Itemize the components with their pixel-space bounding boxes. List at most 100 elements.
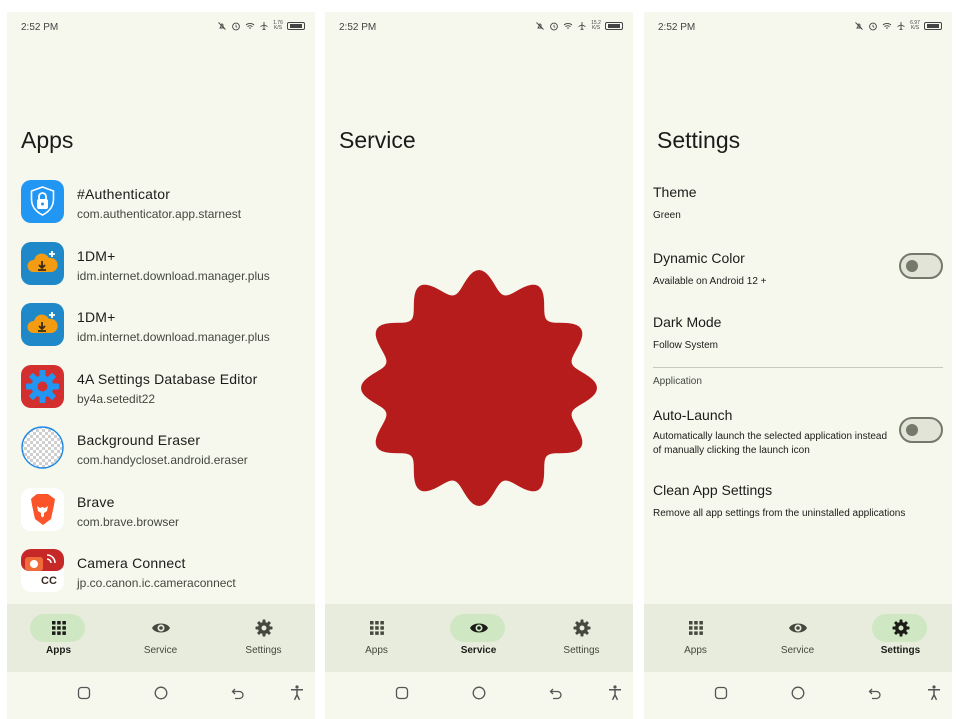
gear-icon: [212, 618, 315, 638]
list-item[interactable]: 1DM+ idm.internet.download.manager.plus: [21, 241, 315, 304]
app-package: com.authenticator.app.starnest: [77, 207, 242, 221]
dynamic-color-toggle[interactable]: [899, 253, 943, 279]
list-item[interactable]: Brave com.brave.browser: [21, 487, 315, 550]
nav-label: Apps: [684, 645, 707, 656]
nav-label: Service: [143, 645, 178, 656]
nav-settings[interactable]: Settings: [530, 604, 633, 672]
nav-apps[interactable]: Apps: [325, 604, 428, 672]
bottom-navigation: Apps Service Settings: [325, 604, 633, 672]
app-package: jp.co.canon.ic.cameraconnect: [77, 576, 236, 590]
gear-app-icon: [21, 364, 64, 408]
setting-auto-launch[interactable]: Auto-Launch Automatically launch the sel…: [653, 407, 943, 458]
alarm-icon: [869, 22, 877, 31]
recents-icon[interactable]: [75, 684, 93, 702]
app-package: com.handycloset.android.eraser: [77, 453, 248, 467]
system-navigation-bar: [7, 672, 315, 719]
app-name: 4A Settings Database Editor: [77, 370, 258, 387]
status-time: 2:52 PM: [339, 22, 377, 33]
bottom-navigation: Apps Service Settings: [644, 604, 952, 672]
app-package: idm.internet.download.manager.plus: [77, 268, 270, 283]
nav-settings[interactable]: Settings: [849, 604, 952, 672]
mute-icon: [855, 22, 863, 30]
list-item[interactable]: Background Eraser com.handycloset.androi…: [21, 426, 315, 488]
accessibility-icon[interactable]: [606, 684, 624, 702]
grid-icon: [644, 618, 747, 638]
setting-subtitle: Available on Android 12 +: [653, 276, 767, 287]
setting-title: Theme: [653, 184, 697, 200]
mute-icon: [536, 22, 544, 30]
setting-title: Dark Mode: [653, 314, 722, 330]
alarm-icon: [550, 22, 558, 31]
network-speed: 15.2 K/S: [591, 20, 601, 31]
wifi-icon: [245, 23, 255, 29]
setting-dark-mode[interactable]: Dark Mode Follow System: [653, 314, 943, 353]
nav-service[interactable]: Service: [109, 604, 212, 672]
nav-label: Settings: [245, 645, 282, 656]
status-time: 2:52 PM: [658, 22, 696, 33]
setting-subtitle: Green: [653, 210, 681, 221]
accessibility-icon[interactable]: [925, 684, 943, 702]
back-icon[interactable]: [229, 684, 247, 702]
status-bar: 2:52 PM 6.97 K/S: [658, 21, 942, 36]
bottom-navigation: Apps Service Settings: [7, 604, 315, 672]
gear-icon: [849, 618, 952, 638]
page-title: Apps: [21, 127, 74, 153]
grid-icon: [325, 618, 428, 638]
status-bar: 2:52 PM 15.2 K/S: [339, 20, 623, 36]
back-icon[interactable]: [547, 684, 565, 702]
back-icon[interactable]: [866, 684, 884, 702]
recents-icon[interactable]: [712, 684, 730, 702]
service-status-badge[interactable]: [359, 268, 599, 508]
gear-icon: [530, 618, 633, 638]
eye-icon: [746, 618, 849, 638]
airplane-icon: [578, 22, 586, 30]
setting-dynamic-color[interactable]: Dynamic Color Available on Android 12 +: [653, 250, 943, 289]
app-name: Brave: [77, 493, 115, 510]
setting-title: Auto-Launch: [653, 407, 733, 423]
nav-apps[interactable]: Apps: [644, 604, 747, 672]
app-name: Background Eraser: [77, 432, 201, 448]
wifi-icon: [563, 23, 573, 29]
nav-service[interactable]: Service: [427, 604, 530, 672]
eye-icon: [109, 618, 212, 638]
eye-icon: [427, 618, 530, 638]
home-icon[interactable]: [470, 684, 488, 702]
app-list: #Authenticator com.authenticator.app.sta…: [21, 180, 315, 611]
nav-label: Apps: [46, 645, 71, 656]
list-item[interactable]: 1DM+ idm.internet.download.manager.plus: [21, 303, 315, 365]
service-screen: 2:52 PM 15.2 K/S Service Apps Service Se…: [325, 12, 633, 719]
download-manager-app-icon: [21, 303, 64, 346]
setting-title: Clean App Settings: [653, 482, 773, 498]
recents-icon[interactable]: [393, 684, 411, 702]
app-name: #Authenticator: [77, 186, 171, 202]
status-bar: 2:52 PM 1.76 K/S: [21, 21, 305, 36]
app-name: 1DM+: [77, 309, 116, 325]
camera-icon-text: CC: [41, 575, 57, 587]
home-icon[interactable]: [152, 684, 170, 702]
wifi-icon: [882, 23, 892, 29]
mute-icon: [218, 22, 226, 30]
page-title: Service: [339, 127, 416, 153]
app-name: 1DM+: [77, 247, 116, 264]
airplane-icon: [897, 22, 905, 30]
setting-subtitle: Automatically launch the selected applic…: [653, 431, 888, 456]
nav-label: Service: [460, 645, 497, 656]
accessibility-icon[interactable]: [288, 684, 306, 702]
list-item[interactable]: #Authenticator com.authenticator.app.sta…: [21, 180, 315, 242]
page-title: Settings: [657, 127, 741, 153]
app-package: com.brave.browser: [77, 514, 180, 529]
auto-launch-toggle[interactable]: [899, 417, 943, 443]
app-name: Camera Connect: [77, 555, 186, 571]
list-item[interactable]: 4A Settings Database Editor by4a.setedit…: [21, 364, 315, 427]
download-manager-app-icon: [21, 241, 64, 285]
battery-icon: [605, 22, 623, 30]
grid-icon: [7, 618, 110, 638]
list-item[interactable]: CC Camera Connect jp.co.canon.ic.camerac…: [21, 549, 315, 611]
nav-settings[interactable]: Settings: [212, 604, 315, 672]
system-navigation-bar: [644, 672, 952, 719]
nav-apps[interactable]: Apps: [7, 604, 110, 672]
nav-service[interactable]: Service: [746, 604, 849, 672]
setting-clean-app-settings[interactable]: Clean App Settings Remove all app settin…: [653, 482, 943, 521]
setting-theme[interactable]: Theme Green: [653, 184, 943, 223]
home-icon[interactable]: [789, 684, 807, 702]
